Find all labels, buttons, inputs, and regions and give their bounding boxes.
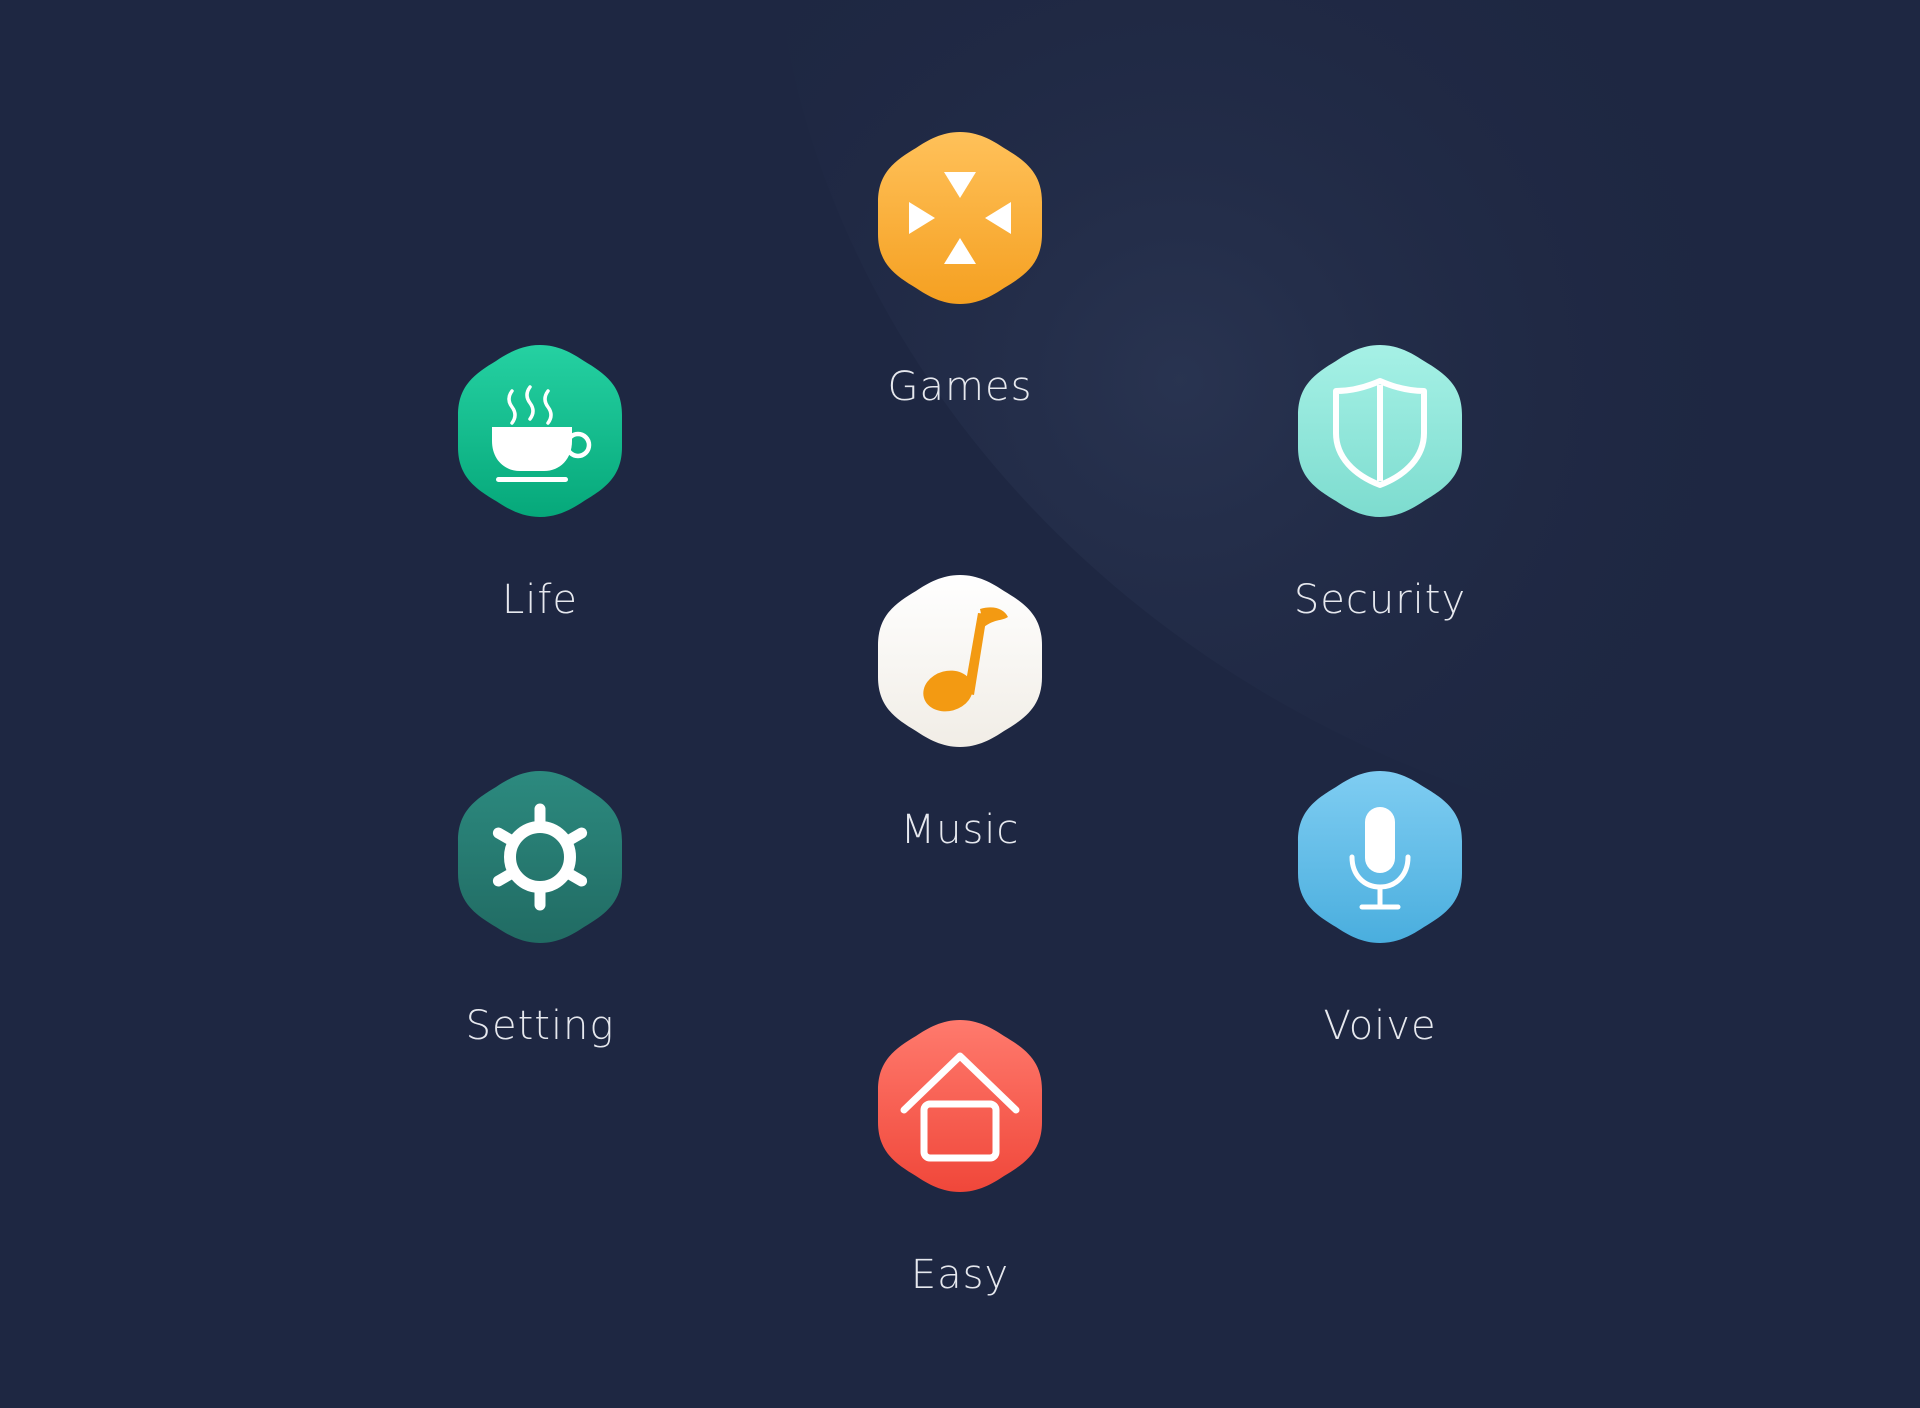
setting-app-icon[interactable] xyxy=(454,767,626,947)
app-music[interactable]: Music xyxy=(810,571,1110,871)
games-app-icon[interactable] xyxy=(874,128,1046,308)
app-life[interactable]: Life xyxy=(390,341,690,641)
app-setting[interactable]: Setting xyxy=(390,767,690,1067)
music-label: Music xyxy=(900,807,1020,853)
music-app-icon[interactable] xyxy=(874,571,1046,751)
voice-app-icon[interactable] xyxy=(1294,767,1466,947)
app-voice[interactable]: Voive xyxy=(1230,767,1530,1067)
voice-label: Voive xyxy=(1323,1003,1437,1049)
setting-label: Setting xyxy=(465,1003,615,1049)
games-label: Games xyxy=(887,364,1033,410)
security-label: Security xyxy=(1293,577,1467,623)
app-easy[interactable]: Easy xyxy=(810,1016,1110,1316)
easy-label: Easy xyxy=(910,1252,1010,1298)
easy-app-icon[interactable] xyxy=(874,1016,1046,1196)
app-security[interactable]: Security xyxy=(1230,341,1530,641)
security-app-icon[interactable] xyxy=(1294,341,1466,521)
life-label: Life xyxy=(501,577,579,623)
app-games[interactable]: Games xyxy=(810,128,1110,428)
life-app-icon[interactable] xyxy=(454,341,626,521)
